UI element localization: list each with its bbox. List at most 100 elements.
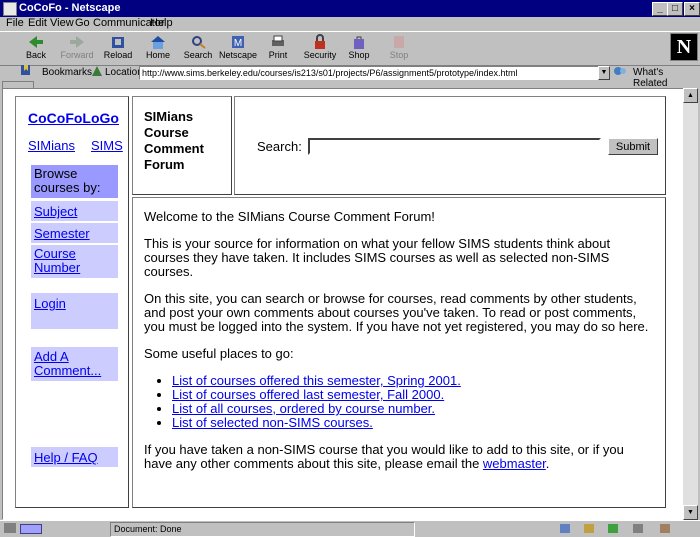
- spring-2001-courses-link[interactable]: List of courses offered this semester, S…: [172, 373, 461, 388]
- security-button[interactable]: Security: [299, 34, 341, 60]
- welcome-content: Welcome to the SIMians Course Comment Fo…: [132, 197, 666, 508]
- url-input[interactable]: http://www.sims.berkeley.edu/courses/is2…: [139, 66, 601, 80]
- security-lock-icon[interactable]: [4, 523, 16, 533]
- component-bar-news-icon[interactable]: [608, 524, 618, 533]
- menu-file[interactable]: File: [6, 17, 24, 29]
- window-title: CoCoFo - Netscape: [19, 2, 121, 14]
- useful-places-list: List of courses offered this semester, S…: [144, 374, 655, 430]
- closing-period: .: [545, 456, 550, 471]
- home-label: Home: [145, 50, 170, 60]
- closing-text: If you have taken a non-SIMS course that…: [144, 442, 624, 471]
- component-bar-composer-icon[interactable]: [633, 524, 643, 533]
- semester-link[interactable]: Semester: [34, 226, 115, 241]
- back-label: Back: [25, 50, 46, 60]
- shop-icon: [354, 36, 364, 49]
- stop-button[interactable]: Stop: [378, 34, 420, 60]
- welcome-heading: Welcome to the SIMians Course Comment Fo…: [144, 209, 435, 224]
- netscape-label: Netscape: [218, 50, 258, 60]
- fall-2000-courses-link[interactable]: List of courses offered last semester, F…: [172, 387, 444, 402]
- login-link[interactable]: Login: [34, 296, 115, 311]
- list-item: List of courses offered this semester, S…: [172, 374, 655, 388]
- menu-help[interactable]: Help: [150, 17, 173, 29]
- menu-view[interactable]: View: [50, 17, 74, 29]
- all-courses-link[interactable]: List of all courses, ordered by course n…: [172, 401, 435, 416]
- add-comment-item: Add A Comment...: [31, 347, 118, 381]
- component-bar-edit-icon[interactable]: [660, 524, 670, 533]
- print-label: Print: [268, 50, 288, 60]
- non-sims-courses-link[interactable]: List of selected non-SIMS courses.: [172, 415, 373, 430]
- webmaster-link[interactable]: webmaster: [483, 456, 546, 471]
- lock-icon: [315, 34, 325, 49]
- home-icon: [151, 36, 165, 49]
- login-item: Login: [31, 293, 118, 329]
- component-bar-mail-icon[interactable]: [584, 524, 594, 533]
- maximize-button[interactable]: □: [667, 2, 683, 16]
- location-page-icon: [91, 65, 103, 77]
- url-dropdown-icon[interactable]: ▼: [598, 66, 610, 80]
- menu-edit[interactable]: Edit: [28, 17, 47, 29]
- browse-semester-item: Semester: [31, 223, 118, 243]
- help-faq-link[interactable]: Help / FAQ: [34, 450, 115, 465]
- reload-button[interactable]: Reload: [97, 34, 139, 60]
- bookmarks-button[interactable]: Bookmarks: [42, 67, 92, 78]
- svg-text:M: M: [234, 38, 242, 49]
- whats-related-icon: [613, 65, 627, 77]
- minimize-button[interactable]: _: [652, 2, 668, 16]
- forum-title: SIMians Course Comment Forum: [144, 109, 204, 172]
- closing-paragraph: If you have taken a non-SIMS course that…: [144, 443, 655, 471]
- shop-label: Shop: [348, 50, 370, 60]
- add-comment-link[interactable]: Add A Comment...: [34, 350, 115, 378]
- stop-label: Stop: [389, 50, 409, 60]
- search-icon: [192, 36, 206, 49]
- places-intro: Some useful places to go:: [144, 346, 294, 361]
- course-number-link[interactable]: Course Number: [34, 247, 115, 275]
- simians-link[interactable]: SIMians: [28, 138, 75, 153]
- vertical-scrollbar[interactable]: ▲ ▼: [683, 88, 698, 520]
- stop-icon: [394, 36, 404, 48]
- scroll-down-icon[interactable]: ▼: [683, 505, 698, 520]
- back-arrow-icon: [29, 36, 43, 48]
- reload-label: Reload: [103, 50, 133, 60]
- window-title-bar: CoCoFo - Netscape _ □ ×: [0, 0, 700, 17]
- print-button[interactable]: Print: [257, 34, 299, 60]
- forward-label: Forward: [60, 50, 94, 60]
- list-item: List of courses offered last semester, F…: [172, 388, 655, 402]
- list-item: List of selected non-SIMS courses.: [172, 416, 655, 430]
- features-paragraph: On this site, you can search or browse f…: [144, 291, 649, 334]
- component-bar-navigator-icon[interactable]: [560, 524, 570, 533]
- shop-button[interactable]: Shop: [338, 34, 380, 60]
- browser-viewport: CoCoFoLoGo SIMians SIMS Browse courses b…: [2, 88, 684, 520]
- bookmark-icon: [20, 64, 32, 76]
- help-item: Help / FAQ: [31, 447, 118, 467]
- search-input[interactable]: [308, 138, 601, 155]
- search-button[interactable]: Search: [177, 34, 219, 60]
- forward-arrow-icon: [70, 36, 84, 48]
- submit-button[interactable]: Submit: [608, 138, 658, 155]
- navigation-toolbar: Back Forward Reload Home Search M Netsca…: [0, 31, 700, 66]
- netscape-button[interactable]: M Netscape: [217, 34, 259, 60]
- sims-link[interactable]: SIMS: [91, 138, 123, 153]
- forum-title-frame: SIMians Course Comment Forum: [132, 96, 232, 195]
- netscape-window-icon: [3, 2, 17, 16]
- print-icon: [272, 35, 284, 46]
- site-logo-link[interactable]: CoCoFoLoGo: [28, 110, 119, 126]
- menu-go[interactable]: Go: [75, 17, 90, 29]
- location-bar: Bookmarks Location: http://www.sims.berk…: [0, 64, 700, 89]
- browse-header: Browse courses by:: [31, 165, 118, 198]
- intro-paragraph: This is your source for information on w…: [144, 236, 611, 279]
- scroll-up-icon[interactable]: ▲: [683, 88, 698, 103]
- home-button[interactable]: Home: [137, 34, 179, 60]
- forward-button[interactable]: Forward: [56, 34, 98, 60]
- search-label: Search: [183, 50, 213, 60]
- status-text: Document: Done: [110, 522, 415, 537]
- browse-subject-item: Subject: [31, 201, 118, 221]
- netscape-logo[interactable]: N: [670, 33, 698, 61]
- subject-link[interactable]: Subject: [34, 204, 115, 219]
- security-label: Security: [303, 50, 337, 60]
- sidebar: CoCoFoLoGo SIMians SIMS Browse courses b…: [15, 96, 129, 508]
- back-button[interactable]: Back: [15, 34, 57, 60]
- connection-icon: [20, 524, 42, 534]
- close-button[interactable]: ×: [684, 2, 700, 16]
- whats-related-button[interactable]: What's Related: [633, 67, 700, 89]
- browse-course-number-item: Course Number: [31, 245, 118, 278]
